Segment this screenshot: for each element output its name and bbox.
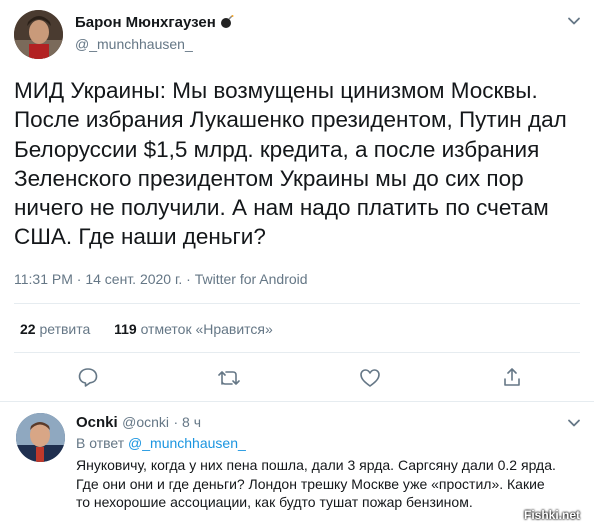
divider — [14, 303, 580, 304]
reply-author-name[interactable]: Ocnki — [76, 414, 118, 431]
tweet-text-line: ничего не получили. А нам надо платить п… — [14, 195, 549, 221]
watermark: Fishki.net — [524, 508, 581, 522]
reply-author-avatar[interactable] — [16, 413, 65, 462]
tweet-stats: 22 ретвита 119 отметок «Нравится» — [20, 321, 273, 337]
tweet-text-line: США. Где наши деньги? — [14, 224, 266, 250]
reply-text-line: то нехорошие ассоциации, как будто тушат… — [76, 494, 473, 510]
retweets-stat[interactable]: 22 ретвита — [20, 321, 90, 337]
like-icon[interactable] — [359, 367, 381, 389]
in-reply-to: В ответ @_munchhausen_ — [76, 435, 246, 451]
author-name[interactable]: Барон Мюнхгаузен — [75, 14, 234, 33]
reply-time[interactable]: · 8 ч — [174, 414, 202, 430]
retweet-icon[interactable] — [217, 367, 241, 389]
reply-header: Ocnki @ocnki · 8 ч — [76, 414, 201, 432]
chevron-down-icon[interactable] — [567, 416, 581, 430]
tweet-text-line: Зеленского президентом Украины мы до сих… — [14, 165, 524, 191]
reply-text-line: Януковичу, когда у них пена пошла, дали … — [76, 457, 556, 473]
reply-icon[interactable] — [77, 366, 99, 388]
author-avatar[interactable] — [14, 10, 63, 59]
reply-text-line: Где они они и где деньги? Лондон трешку … — [76, 475, 545, 492]
tweet-text-line: Белоруссии $1,5 млрд. кредита, а после и… — [14, 136, 540, 162]
tweet-text: МИД Украины: Мы возмущены цинизмом Москв… — [14, 76, 589, 252]
author-handle[interactable]: @_munchhausen_ — [75, 36, 193, 52]
reply-author-handle[interactable]: @ocnki — [122, 414, 169, 430]
share-icon[interactable] — [502, 366, 522, 388]
in-reply-to-link[interactable]: @_munchhausen_ — [128, 435, 246, 451]
divider — [0, 401, 594, 402]
tweet-text-line: После избрания Лукашенко президентом, Пу… — [14, 107, 567, 133]
likes-stat[interactable]: 119 отметок «Нравится» — [114, 321, 273, 337]
tweet-text-line: МИД Украины: Мы возмущены цинизмом Москв… — [14, 78, 538, 103]
reply-text: Януковичу, когда у них пена пошла, дали … — [76, 456, 591, 512]
tweet-timestamp[interactable]: 11:31 PM · 14 сент. 2020 г. · Twitter fo… — [14, 271, 308, 287]
divider — [14, 352, 580, 353]
chevron-down-icon[interactable] — [567, 14, 581, 28]
bomb-emoji-icon — [220, 15, 234, 33]
